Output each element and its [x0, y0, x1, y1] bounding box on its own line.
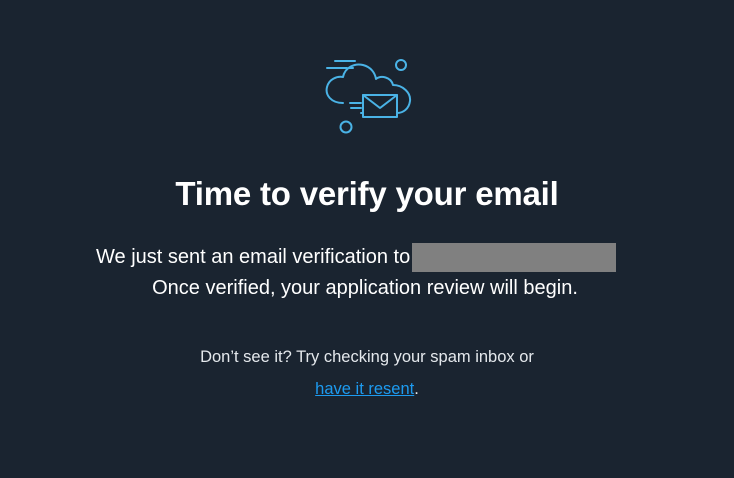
resend-email-link[interactable]: have it resent	[315, 380, 414, 398]
resend-suffix: .	[414, 380, 419, 398]
redacted-email-address	[412, 242, 617, 272]
verification-message-line: We just sent an email verification to	[96, 242, 617, 272]
page-title: Time to verify your email	[175, 175, 559, 212]
spam-help-text: Don’t see it? Try checking your spam inb…	[200, 348, 534, 366]
verification-message-text: We just sent an email verification to	[96, 246, 411, 268]
review-message-line: Once verified, your application review w…	[0, 274, 734, 302]
resend-row: have it resent.	[0, 378, 734, 400]
verify-email-page: Time to verify your email We just sent a…	[0, 0, 734, 478]
review-message-text: Once verified, your application review w…	[152, 277, 578, 299]
cloud-mail-icon	[325, 59, 412, 134]
